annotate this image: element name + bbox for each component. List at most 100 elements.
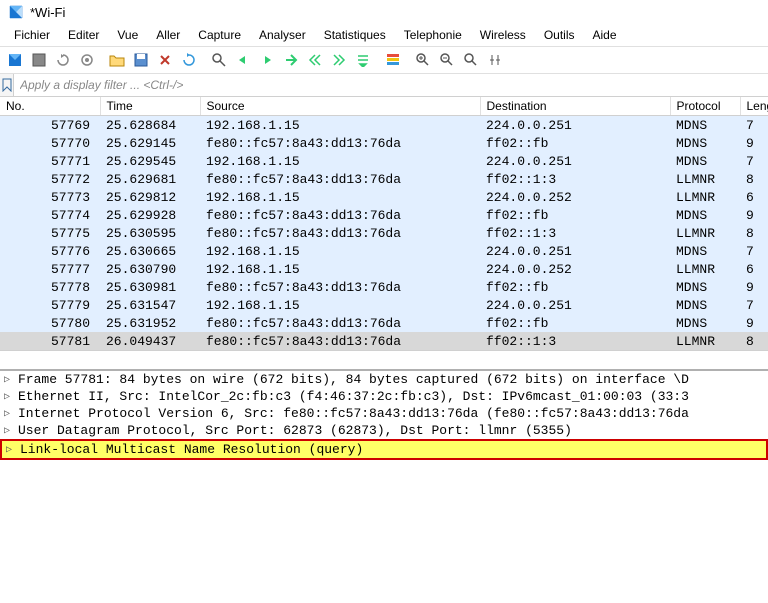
table-row[interactable]: 5777925.631547192.168.1.15224.0.0.251MDN… <box>0 296 768 314</box>
menu-aide[interactable]: Aide <box>585 26 625 44</box>
cell-src: 192.168.1.15 <box>200 152 480 170</box>
table-row[interactable]: 5777625.630665192.168.1.15224.0.0.251MDN… <box>0 242 768 260</box>
col-destination[interactable]: Destination <box>480 97 670 116</box>
start-capture-icon[interactable] <box>4 49 26 71</box>
table-row[interactable]: 5777725.630790192.168.1.15224.0.0.252LLM… <box>0 260 768 278</box>
column-headers[interactable]: No. Time Source Destination Protocol Len… <box>0 97 768 116</box>
cell-src: 192.168.1.15 <box>200 296 480 314</box>
close-file-icon[interactable] <box>154 49 176 71</box>
window-title: *Wi-Fi <box>30 5 65 20</box>
detail-udp[interactable]: ▷User Datagram Protocol, Src Port: 62873… <box>0 422 768 439</box>
toolbar <box>0 46 768 74</box>
zoom-in-icon[interactable] <box>412 49 434 71</box>
menu-analyser[interactable]: Analyser <box>251 26 314 44</box>
table-row[interactable]: 5777425.629928fe80::fc57:8a43:dd13:76daf… <box>0 206 768 224</box>
expand-icon[interactable]: ▷ <box>4 425 14 437</box>
table-row[interactable]: 5777325.629812192.168.1.15224.0.0.252LLM… <box>0 188 768 206</box>
stop-capture-icon[interactable] <box>28 49 50 71</box>
cell-src: fe80::fc57:8a43:dd13:76da <box>200 314 480 332</box>
menu-statistiques[interactable]: Statistiques <box>316 26 394 44</box>
cell-len: 9 <box>740 206 768 224</box>
menu-fichier[interactable]: Fichier <box>6 26 58 44</box>
go-forward-icon[interactable] <box>256 49 278 71</box>
reload-icon[interactable] <box>178 49 200 71</box>
cell-dst: 224.0.0.251 <box>480 296 670 314</box>
cell-len: 9 <box>740 134 768 152</box>
detail-frame[interactable]: ▷Frame 57781: 84 bytes on wire (672 bits… <box>0 371 768 388</box>
resize-columns-icon[interactable] <box>484 49 506 71</box>
cell-dst: 224.0.0.251 <box>480 242 670 260</box>
go-back-icon[interactable] <box>232 49 254 71</box>
col-length[interactable]: Length <box>740 97 768 116</box>
cell-time: 25.630790 <box>100 260 200 278</box>
cell-len: 9 <box>740 278 768 296</box>
go-first-icon[interactable] <box>304 49 326 71</box>
menu-editer[interactable]: Editer <box>60 26 107 44</box>
cell-no: 57777 <box>0 260 100 278</box>
menu-capture[interactable]: Capture <box>190 26 249 44</box>
go-to-specified-icon[interactable] <box>280 49 302 71</box>
zoom-out-icon[interactable] <box>436 49 458 71</box>
col-time[interactable]: Time <box>100 97 200 116</box>
table-row[interactable]: 5778126.049437fe80::fc57:8a43:dd13:76daf… <box>0 332 768 351</box>
expand-icon[interactable]: ▷ <box>4 408 14 420</box>
col-no[interactable]: No. <box>0 97 100 116</box>
menu-vue[interactable]: Vue <box>109 26 146 44</box>
go-last-icon[interactable] <box>328 49 350 71</box>
display-filter-row <box>0 74 768 97</box>
bookmark-icon[interactable] <box>0 74 14 96</box>
find-packet-icon[interactable] <box>208 49 230 71</box>
table-row[interactable]: 5777225.629681fe80::fc57:8a43:dd13:76daf… <box>0 170 768 188</box>
cell-time: 25.630981 <box>100 278 200 296</box>
cell-len: 7 <box>740 116 768 135</box>
display-filter-input[interactable] <box>14 74 768 96</box>
detail-ethernet[interactable]: ▷Ethernet II, Src: IntelCor_2c:fb:c3 (f4… <box>0 388 768 405</box>
table-row[interactable]: 5777525.630595fe80::fc57:8a43:dd13:76daf… <box>0 224 768 242</box>
cell-proto: MDNS <box>670 134 740 152</box>
menu-wireless[interactable]: Wireless <box>472 26 534 44</box>
cell-dst: ff02::1:3 <box>480 170 670 188</box>
table-row[interactable]: 5777125.629545192.168.1.15224.0.0.251MDN… <box>0 152 768 170</box>
cell-proto: LLMNR <box>670 260 740 278</box>
colorize-icon[interactable] <box>382 49 404 71</box>
cell-proto: LLMNR <box>670 332 740 351</box>
cell-src: fe80::fc57:8a43:dd13:76da <box>200 278 480 296</box>
cell-time: 26.049437 <box>100 332 200 351</box>
zoom-reset-icon[interactable] <box>460 49 482 71</box>
cell-dst: 224.0.0.251 <box>480 152 670 170</box>
cell-src: 192.168.1.15 <box>200 242 480 260</box>
menu-telephonie[interactable]: Telephonie <box>396 26 470 44</box>
cell-time: 25.629145 <box>100 134 200 152</box>
open-file-icon[interactable] <box>106 49 128 71</box>
detail-llmnr[interactable]: ▷Link-local Multicast Name Resolution (q… <box>0 439 768 460</box>
col-source[interactable]: Source <box>200 97 480 116</box>
autoscroll-icon[interactable] <box>352 49 374 71</box>
cell-dst: 224.0.0.252 <box>480 188 670 206</box>
cell-len: 7 <box>740 296 768 314</box>
cell-src: fe80::fc57:8a43:dd13:76da <box>200 134 480 152</box>
cell-no: 57771 <box>0 152 100 170</box>
table-row[interactable]: 5776925.628684192.168.1.15224.0.0.251MDN… <box>0 116 768 135</box>
detail-ipv6[interactable]: ▷Internet Protocol Version 6, Src: fe80:… <box>0 405 768 422</box>
cell-proto: LLMNR <box>670 188 740 206</box>
table-row[interactable]: 5778025.631952fe80::fc57:8a43:dd13:76daf… <box>0 314 768 332</box>
cell-time: 25.630595 <box>100 224 200 242</box>
capture-options-icon[interactable] <box>76 49 98 71</box>
expand-icon[interactable]: ▷ <box>4 391 14 403</box>
col-protocol[interactable]: Protocol <box>670 97 740 116</box>
save-file-icon[interactable] <box>130 49 152 71</box>
cell-len: 9 <box>740 314 768 332</box>
packet-details-pane[interactable]: ▷Frame 57781: 84 bytes on wire (672 bits… <box>0 369 768 460</box>
restart-capture-icon[interactable] <box>52 49 74 71</box>
menubar: Fichier Editer Vue Aller Capture Analyse… <box>0 24 768 46</box>
table-row[interactable]: 5777825.630981fe80::fc57:8a43:dd13:76daf… <box>0 278 768 296</box>
menu-outils[interactable]: Outils <box>536 26 583 44</box>
cell-no: 57772 <box>0 170 100 188</box>
table-row[interactable]: 5777025.629145fe80::fc57:8a43:dd13:76daf… <box>0 134 768 152</box>
packet-list[interactable]: No. Time Source Destination Protocol Len… <box>0 97 768 351</box>
menu-aller[interactable]: Aller <box>148 26 188 44</box>
cell-src: 192.168.1.15 <box>200 260 480 278</box>
cell-dst: ff02::fb <box>480 206 670 224</box>
expand-icon[interactable]: ▷ <box>4 374 14 386</box>
expand-icon[interactable]: ▷ <box>6 444 16 456</box>
